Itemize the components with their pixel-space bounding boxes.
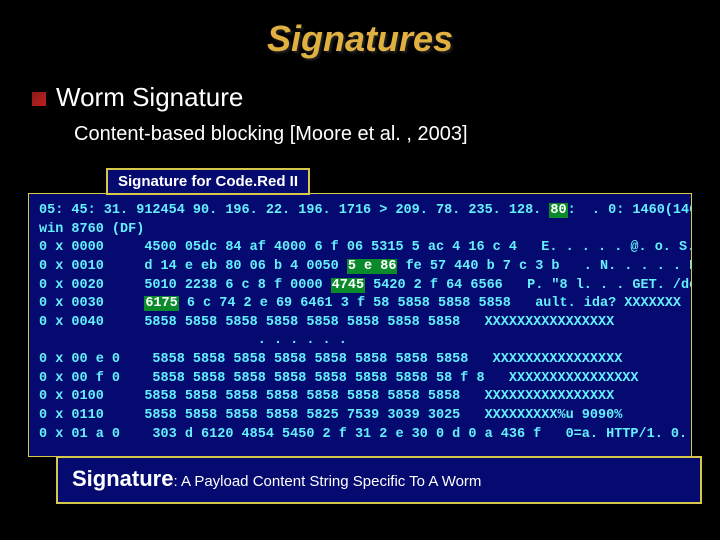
signature-overlay-title: Signature [72,466,173,491]
hex-line: 0 x 0040 5858 5858 5858 5858 5858 5858 5… [39,315,614,330]
hex-line: 0 x 0010 d 14 e eb 80 06 b 4 0050 [39,259,347,274]
hex-line: 0 x 0030 [39,296,144,311]
hex-highlight: 80 [549,203,567,218]
hex-line: 5420 2 f 64 6566 P. "8 l. . . GET. /def [365,278,692,293]
bullet-icon [32,92,46,106]
hex-line: 0 x 0000 4500 05dc 84 af 4000 6 f 06 531… [39,240,692,255]
hex-line: : . 0: 1460(1460) ack 1 [568,203,692,218]
hex-caption: Signature for Code.Red II [106,168,310,195]
hex-line: 0 x 0100 5858 5858 5858 5858 5858 5858 5… [39,389,614,404]
hex-line: 0 x 01 a 0 303 d 6120 4854 5450 2 f 31 2… [39,427,692,442]
hex-line: 0 x 0110 5858 5858 5858 5858 5825 7539 3… [39,408,622,423]
signature-overlay: Signature: A Payload Content String Spec… [56,456,702,504]
hex-highlight: 5 e 86 [347,259,398,274]
hex-line: 6 c 74 2 e 69 6461 3 f 58 5858 5858 5858… [179,296,681,311]
signature-overlay-text: : A Payload Content String Specific To A… [173,473,481,490]
sub-bullet-1: Content-based blocking [Moore et al. , 2… [74,123,692,146]
bullet-text-1: Worm Signature [56,82,243,113]
hex-line: fe 57 440 b 7 c 3 b . N. . . . . P^. . W… [397,259,692,274]
hex-line: win 8760 (DF) [39,222,144,237]
hexdump-block: 05: 45: 31. 912454 90. 196. 22. 196. 171… [28,193,692,457]
hex-highlight: 4745 [331,278,365,293]
hex-line: 0 x 0020 5010 2238 6 c 8 f 0000 [39,278,331,293]
hex-line: 05: 45: 31. 912454 90. 196. 22. 196. 171… [39,203,549,218]
hex-line: 0 x 00 f 0 5858 5858 5858 5858 5858 5858… [39,371,639,386]
bullet-row-1: Worm Signature [32,82,692,113]
slide-title: Signatures [28,18,692,60]
hex-line: 0 x 00 e 0 5858 5858 5858 5858 5858 5858… [39,352,622,367]
hex-line: . . . . . . [39,333,347,348]
hex-highlight: 6175 [144,296,178,311]
